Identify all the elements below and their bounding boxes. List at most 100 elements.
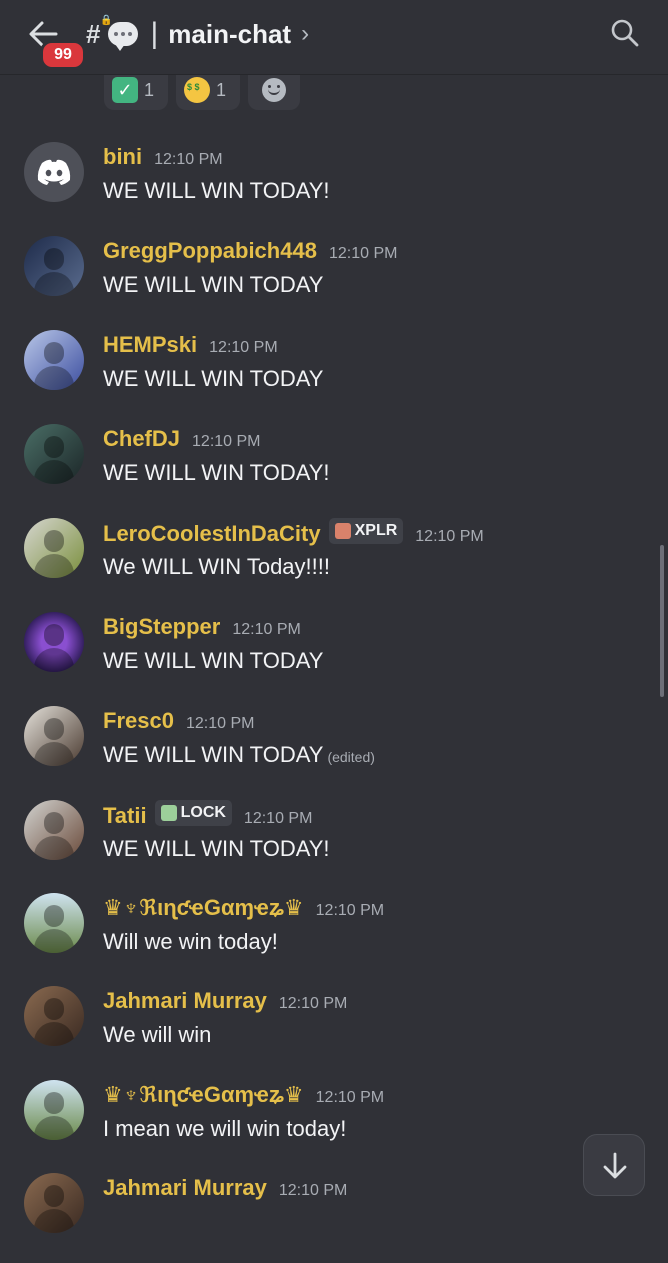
channel-name: main-chat xyxy=(168,18,292,49)
reaction-check[interactable]: ✓ 1 xyxy=(104,70,168,110)
avatar[interactable] xyxy=(24,612,84,672)
channel-header: 99 # 🔒 | main-chat › xyxy=(0,0,668,75)
timestamp: 12:10 PM xyxy=(209,339,278,356)
avatar[interactable] xyxy=(24,986,84,1046)
username[interactable]: BigStepper xyxy=(103,614,220,640)
message[interactable]: GreggPoppabich448 12:10 PM WE WILL WIN T… xyxy=(0,236,668,326)
timestamp: 12:10 PM xyxy=(243,810,313,827)
username[interactable]: GreggPoppabich448 xyxy=(103,238,317,264)
username[interactable]: ChefDJ xyxy=(103,426,180,452)
role-tag-label: XPLR xyxy=(354,522,398,539)
avatar[interactable] xyxy=(24,236,84,296)
message-header: LeroCoolestInDaCity XPLR 12:10 PM xyxy=(103,518,484,547)
timestamp: 12:10 PM xyxy=(315,1089,385,1106)
message-header: bini 12:10 PM xyxy=(103,144,223,170)
chevron-right-icon: › xyxy=(301,20,310,47)
add-reaction-button[interactable] xyxy=(248,70,300,110)
timestamp: 12:10 PM xyxy=(154,151,223,168)
message-header: Jahmari Murray 12:10 PM xyxy=(103,1175,347,1201)
avatar[interactable] xyxy=(24,518,84,578)
message-text: WE WILL WIN TODAY! xyxy=(103,178,330,203)
jump-to-present-button[interactable] xyxy=(583,1134,645,1196)
reaction-bar: ✓ 1 1 xyxy=(104,70,300,110)
timestamp: 12:10 PM xyxy=(192,433,261,450)
message[interactable]: ♛♆ℜιɳƈҽGαɱҽʑ♛ 12:10 PM Will we win today… xyxy=(0,893,668,983)
discord-logo-icon xyxy=(37,159,71,185)
username[interactable]: HEMPski xyxy=(103,332,197,358)
reaction-count: 1 xyxy=(216,79,227,100)
money-mouth-face-icon xyxy=(184,77,210,103)
reaction-money-face[interactable]: 1 xyxy=(176,70,240,110)
scrollbar[interactable] xyxy=(660,545,664,697)
message-text: WE WILL WIN TODAY! xyxy=(103,460,330,485)
avatar[interactable] xyxy=(24,800,84,860)
message-text: Will we win today! xyxy=(103,929,278,954)
message-body: WE WILL WIN TODAY xyxy=(103,742,324,767)
message-header: HEMPski 12:10 PM xyxy=(103,332,278,358)
username[interactable]: Jahmari Murray xyxy=(103,1175,267,1201)
username[interactable]: Jahmari Murray xyxy=(103,988,267,1014)
message-text: I mean we will win today! xyxy=(103,1116,347,1141)
title-divider: | xyxy=(150,17,159,50)
search-icon xyxy=(611,19,639,47)
message[interactable]: bini 12:10 PM WE WILL WIN TODAY! xyxy=(0,142,668,232)
message-text: We WILL WIN Today!!!! xyxy=(103,554,330,579)
message-text: WE WILL WIN TODAY (edited) xyxy=(103,742,375,768)
avatar[interactable] xyxy=(24,142,84,202)
username[interactable]: Fresc0 xyxy=(103,708,174,734)
avatar[interactable] xyxy=(24,424,84,484)
add-reaction-icon xyxy=(262,78,286,102)
message[interactable]: BigStepper 12:10 PM WE WILL WIN TODAY xyxy=(0,612,668,702)
message-header: ♛♆ℜιɳƈҽGαɱҽʑ♛ 12:10 PM xyxy=(103,895,384,921)
username[interactable]: ♛♆ℜιɳƈҽGαɱҽʑ♛ xyxy=(103,895,304,921)
message-header: Tatii LOCK 12:10 PM xyxy=(103,800,313,829)
username[interactable]: bini xyxy=(103,144,142,170)
money-icon xyxy=(160,805,177,821)
timestamp: 12:10 PM xyxy=(415,528,484,545)
message-text: WE WILL WIN TODAY xyxy=(103,648,324,673)
edited-label: (edited) xyxy=(327,749,375,765)
message-header: BigStepper 12:10 PM xyxy=(103,614,301,640)
unread-badge: 99 xyxy=(40,40,86,70)
message-text: WE WILL WIN TODAY xyxy=(103,272,324,297)
search-button[interactable] xyxy=(610,18,642,50)
message[interactable]: Jahmari Murray 12:10 PM We will win xyxy=(0,986,668,1076)
avatar[interactable] xyxy=(24,330,84,390)
message-text: We will win xyxy=(103,1022,212,1047)
message[interactable]: ChefDJ 12:10 PM WE WILL WIN TODAY! xyxy=(0,424,668,514)
username[interactable]: Tatii xyxy=(103,803,147,829)
timestamp: 12:10 PM xyxy=(185,715,255,732)
username[interactable]: LeroCoolestInDaCity xyxy=(103,521,321,547)
role-tag-xplr[interactable]: XPLR xyxy=(328,518,404,544)
timestamp: 12:10 PM xyxy=(315,902,385,919)
message-header: Jahmari Murray 12:10 PM xyxy=(103,988,347,1014)
brick-icon xyxy=(334,523,351,539)
message[interactable]: ♛♆ℜιɳƈҽGαɱҽʑ♛ 12:10 PM I mean we will wi… xyxy=(0,1080,668,1170)
message-header: ChefDJ 12:10 PM xyxy=(103,426,261,452)
hash-lock-icon: # 🔒 xyxy=(86,14,113,49)
timestamp: 12:10 PM xyxy=(328,245,398,262)
message[interactable]: HEMPski 12:10 PM WE WILL WIN TODAY xyxy=(0,330,668,420)
message[interactable]: Fresc0 12:10 PM WE WILL WIN TODAY (edited… xyxy=(0,706,668,796)
avatar[interactable] xyxy=(24,706,84,766)
role-tag-lock[interactable]: LOCK xyxy=(154,800,232,826)
message-header: ♛♆ℜιɳƈҽGαɱҽʑ♛ 12:10 PM xyxy=(103,1082,384,1108)
message-text: WE WILL WIN TODAY! xyxy=(103,836,330,861)
check-mark-icon: ✓ xyxy=(112,77,138,103)
message[interactable]: Jahmari Murray 12:10 PM xyxy=(0,1173,668,1263)
timestamp: 12:10 PM xyxy=(278,1182,348,1199)
timestamp: 12:10 PM xyxy=(278,995,348,1012)
avatar[interactable] xyxy=(24,1080,84,1140)
message[interactable]: LeroCoolestInDaCity XPLR 12:10 PM We WIL… xyxy=(0,518,668,608)
message-header: GreggPoppabich448 12:10 PM xyxy=(103,238,397,264)
username[interactable]: ♛♆ℜιɳƈҽGαɱҽʑ♛ xyxy=(103,1082,304,1108)
role-tag-label: LOCK xyxy=(180,804,226,821)
reaction-count: 1 xyxy=(144,79,155,100)
message-text: WE WILL WIN TODAY xyxy=(103,366,324,391)
speech-bubble-icon xyxy=(108,22,139,51)
avatar[interactable] xyxy=(24,1173,84,1233)
channel-title[interactable]: # 🔒 | main-chat › xyxy=(86,14,309,54)
arrow-down-icon xyxy=(603,1152,627,1179)
message[interactable]: Tatii LOCK 12:10 PM WE WILL WIN TODAY! xyxy=(0,800,668,890)
avatar[interactable] xyxy=(24,893,84,953)
